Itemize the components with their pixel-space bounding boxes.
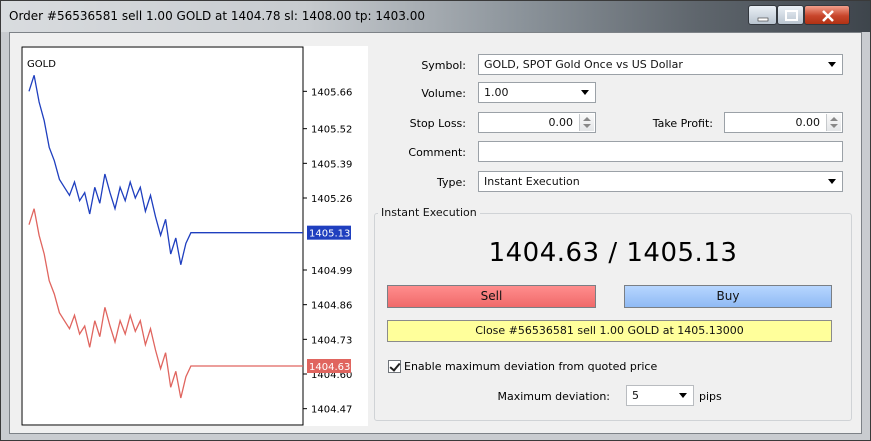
- minimize-icon: [757, 17, 769, 22]
- take-profit-spinner[interactable]: [826, 114, 841, 131]
- spin-down-icon[interactable]: [830, 124, 838, 128]
- maximize-button[interactable]: [777, 5, 804, 25]
- take-profit-value: 0.00: [795, 116, 821, 129]
- ask-badge-text: 1405.13: [309, 229, 350, 240]
- volume-select[interactable]: 1.00: [478, 82, 596, 103]
- spin-up-icon[interactable]: [583, 117, 591, 121]
- deviation-checkbox[interactable]: [388, 360, 401, 373]
- y-tick-label: 1404.73: [311, 335, 352, 346]
- y-tick-label: 1404.47: [311, 405, 352, 416]
- title-bar[interactable]: Order #56536581 sell 1.00 GOLD at 1404.7…: [1, 1, 870, 32]
- close-icon: [822, 10, 834, 22]
- y-tick-label: 1404.99: [311, 266, 352, 277]
- spin-down-icon[interactable]: [583, 124, 591, 128]
- symbol-select[interactable]: GOLD, SPOT Gold Once vs US Dollar: [478, 54, 843, 75]
- stop-loss-value: 0.00: [548, 116, 574, 129]
- pips-label: pips: [699, 390, 722, 403]
- stop-loss-input[interactable]: 0.00: [478, 112, 596, 133]
- spin-up-icon[interactable]: [830, 117, 838, 121]
- take-profit-label: Take Profit:: [652, 117, 713, 130]
- stop-loss-label: Stop Loss:: [409, 117, 466, 130]
- close-order-button[interactable]: Close #56536581 sell 1.00 GOLD at 1405.1…: [387, 320, 832, 342]
- y-tick-label: 1405.66: [311, 87, 352, 98]
- price-separator: /: [608, 238, 618, 268]
- dialog-body: 1405.66 1405.52 1405.39 1405.26 1404.99 1404.…: [9, 32, 862, 434]
- symbol-label: Symbol:: [421, 59, 466, 72]
- tick-chart-svg: 1405.66 1405.52 1405.39 1405.26 1404.99 1404.…: [21, 46, 352, 426]
- sell-button[interactable]: Sell: [387, 285, 596, 308]
- comment-input[interactable]: [478, 141, 843, 162]
- tick-chart: 1405.66 1405.52 1405.39 1405.26 1404.99 1404.…: [21, 46, 368, 426]
- y-tick-label: 1405.39: [311, 159, 352, 170]
- deviation-checkbox-label[interactable]: Enable maximum deviation from quoted pri…: [404, 360, 657, 373]
- maximize-icon: [785, 10, 798, 21]
- chart-symbol-label: GOLD: [27, 59, 56, 70]
- take-profit-input[interactable]: 0.00: [724, 112, 843, 133]
- y-tick-label: 1405.26: [311, 194, 352, 205]
- y-tick-label: 1405.52: [311, 125, 352, 136]
- max-deviation-label: Maximum deviation:: [497, 390, 610, 403]
- order-dialog: Order #56536581 sell 1.00 GOLD at 1404.7…: [0, 0, 871, 441]
- ask-series-line: [28, 75, 303, 265]
- chart-frame: [21, 46, 304, 426]
- volume-label: Volume:: [421, 87, 466, 100]
- ask-price: 1405.13: [626, 238, 738, 268]
- bid-price: 1404.63: [488, 238, 600, 268]
- comment-label: Comment:: [408, 146, 466, 159]
- type-label: Type:: [437, 176, 466, 189]
- type-select[interactable]: Instant Execution: [478, 171, 843, 192]
- stop-loss-spinner[interactable]: [579, 114, 594, 131]
- close-button[interactable]: [804, 5, 850, 25]
- buy-button[interactable]: Buy: [624, 285, 832, 308]
- minimize-button[interactable]: [748, 5, 777, 25]
- bid-series-line: [28, 208, 303, 399]
- window-title: Order #56536581 sell 1.00 GOLD at 1404.7…: [9, 9, 425, 23]
- y-tick-label: 1404.86: [311, 301, 352, 312]
- quote-price: 1404.63 / 1405.13: [374, 238, 852, 268]
- bid-badge-text: 1404.63: [309, 362, 350, 373]
- instant-execution-title: Instant Execution: [378, 206, 480, 219]
- max-deviation-select[interactable]: 5: [626, 385, 694, 406]
